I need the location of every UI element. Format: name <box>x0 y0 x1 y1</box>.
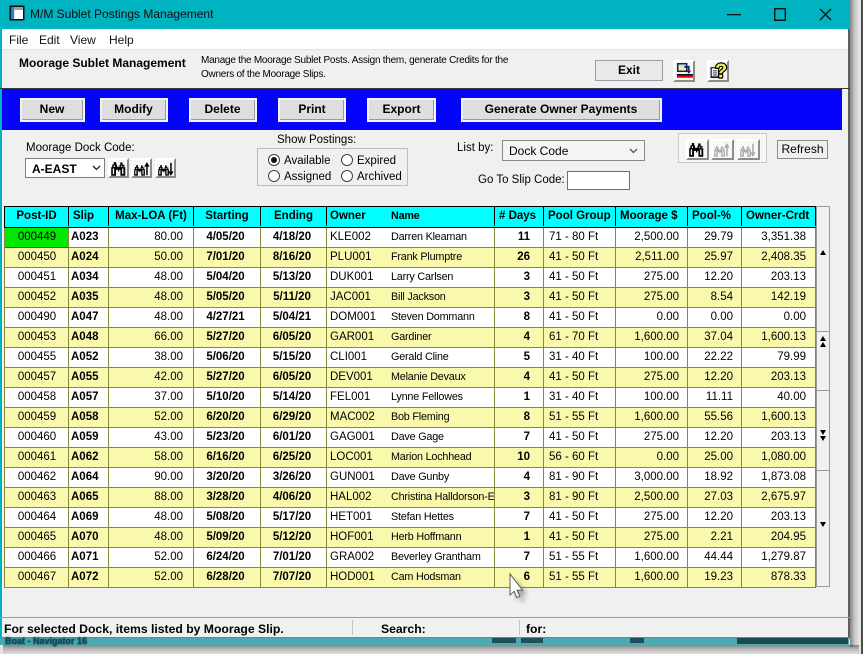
svg-text:?: ? <box>715 61 727 82</box>
